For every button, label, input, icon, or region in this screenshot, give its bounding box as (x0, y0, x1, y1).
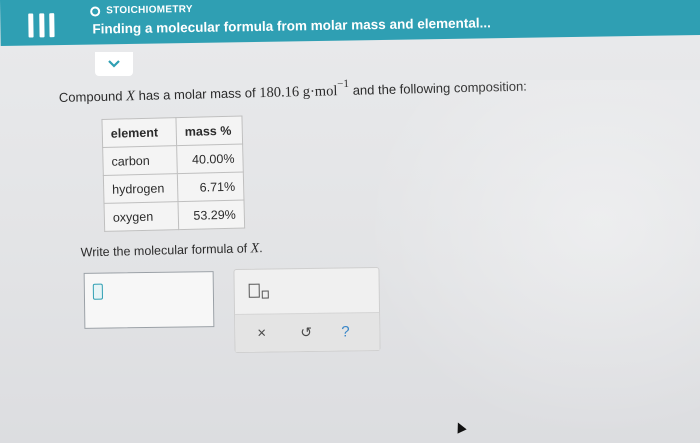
page-title: Finding a molecular formula from molar m… (92, 15, 491, 37)
mass-cell: 40.00% (176, 144, 244, 174)
subscript-icon[interactable] (248, 281, 275, 301)
prompt-mid: has a molar mass of (138, 85, 256, 104)
prompt-suffix: and the following composition: (352, 78, 528, 98)
element-cell: carbon (102, 145, 178, 176)
topic-row: STOICHIOMETRY (90, 4, 193, 17)
answer-input[interactable] (83, 271, 215, 329)
topic-circle-icon (90, 5, 101, 17)
top-bar: STOICHIOMETRY Finding a molecular formul… (0, 0, 700, 46)
compound-var: X (125, 88, 136, 105)
menu-icon[interactable] (28, 13, 55, 38)
question-end: . (259, 241, 263, 256)
mouse-pointer-icon (453, 420, 467, 434)
prompt-prefix: Compound (58, 88, 123, 105)
table-row: oxygen 53.29% (104, 199, 245, 232)
composition-table: element mass % carbon 40.00% hydrogen 6.… (101, 115, 246, 232)
header-mass: mass % (175, 116, 243, 146)
molar-mass-unit: g·mol (302, 83, 338, 101)
text-cursor-icon (92, 283, 103, 300)
question-prefix: Write the molecular formula of (80, 241, 248, 260)
header-element: element (101, 117, 177, 148)
math-toolbox: × ↺ ? (233, 266, 381, 354)
toolbox-actions: × ↺ ? (235, 311, 380, 353)
table-row: hydrogen 6.71% (103, 172, 244, 204)
mass-cell: 6.71% (177, 172, 244, 202)
table-header-row: element mass % (101, 116, 243, 148)
question-var: X (250, 241, 260, 257)
close-icon[interactable]: × (257, 325, 266, 342)
element-cell: hydrogen (103, 173, 178, 204)
help-icon[interactable]: ? (341, 323, 350, 340)
problem-statement: Compound X has a molar mass of 180.16 g·… (58, 77, 528, 107)
table-row: carbon 40.00% (102, 144, 244, 176)
undo-icon[interactable]: ↺ (300, 324, 312, 341)
molar-mass-value: 180.16 (259, 84, 300, 102)
element-cell: oxygen (104, 201, 179, 232)
question-text: Write the molecular formula of X. (81, 241, 263, 261)
topic-label: STOICHIOMETRY (106, 3, 193, 17)
mass-cell: 53.29% (177, 199, 245, 230)
unit-exponent: −1 (337, 77, 350, 91)
